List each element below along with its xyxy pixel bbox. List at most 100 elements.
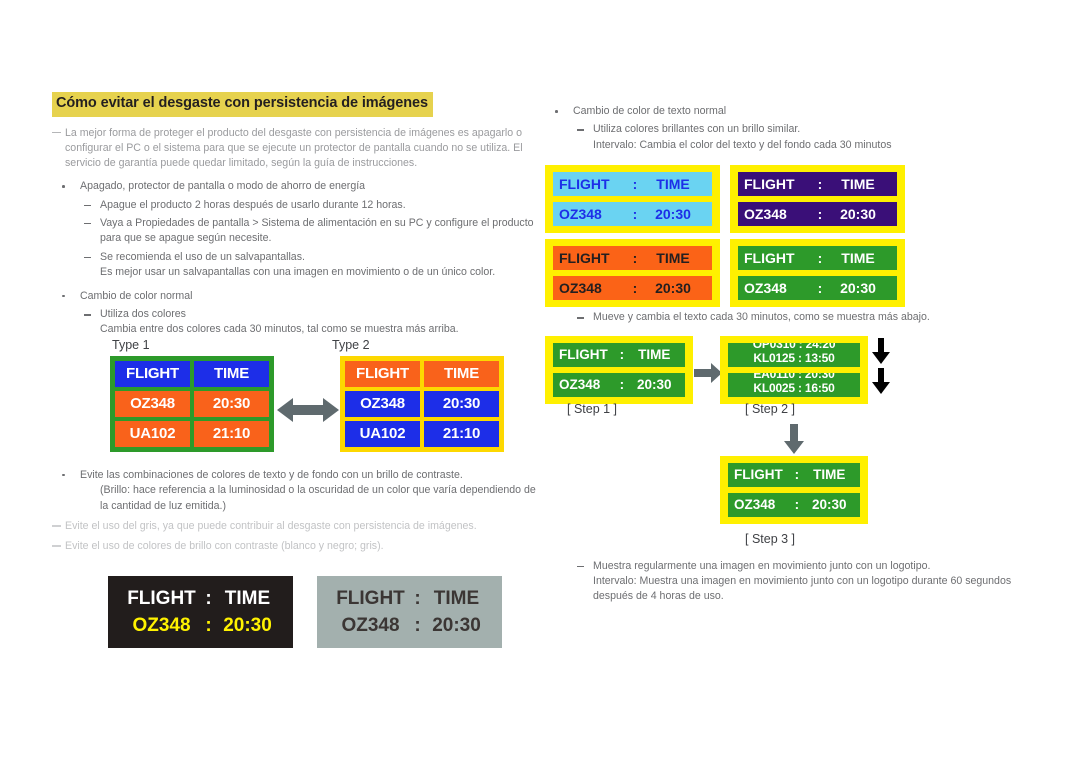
cell-flight: FLIGHT xyxy=(115,360,190,387)
panel-time: TIME xyxy=(433,587,480,609)
cell-flight: FLIGHT xyxy=(559,250,610,267)
panel-row-data: OZ348 : 20:30 xyxy=(123,615,279,637)
bright-color-board-grid: FLIGHT : TIME OZ348 : 20:30 FLIGHT : TIM… xyxy=(545,165,1035,308)
cell-time: TIME xyxy=(424,360,499,387)
board-row: OZ348 20:30 xyxy=(115,390,269,417)
cell-flight: OZ348 xyxy=(115,390,190,417)
panel-time: 20:30 xyxy=(432,614,481,636)
cell-colon: : xyxy=(632,176,638,193)
cell-time: TIME xyxy=(638,347,671,363)
cell-flight: OZ348 xyxy=(744,206,787,223)
panel-colon: : xyxy=(414,587,421,609)
panel-row-header: FLIGHT : TIME xyxy=(332,588,488,610)
board-row-header: FLIGHT : TIME xyxy=(553,342,685,367)
type1-label: Type 1 xyxy=(112,337,150,352)
panel-row-data: OZ348 : 20:30 xyxy=(332,615,488,637)
steps-diagram: FLIGHT : TIME OZ348 : 20:30 OP0310 : 24:… xyxy=(545,335,1035,551)
sub-interval-colors: Intervalo: Cambia el color del texto y d… xyxy=(593,138,892,151)
board-row-header: FLIGHT : TIME xyxy=(553,246,712,271)
cell-time: 21:10 xyxy=(194,420,269,447)
cell-colon: : xyxy=(632,280,638,297)
cell-colon: : xyxy=(794,497,800,513)
flight-panel-dark: FLIGHT : TIME OZ348 : 20:30 xyxy=(108,576,293,649)
cell-time: TIME xyxy=(841,176,875,193)
dash-bright-colors: Utiliza colores brillantes con un brillo… xyxy=(545,122,1035,137)
cell-colon: : xyxy=(619,377,625,393)
flight-board-orange: FLIGHT : TIME OZ348 : 20:30 xyxy=(545,239,720,308)
cell-time: 20:30 xyxy=(655,206,691,223)
cell-time: 20:30 xyxy=(424,390,499,417)
cell-flight: OZ348 xyxy=(744,280,787,297)
step3-caption: [ Step 3 ] xyxy=(745,531,796,546)
board-row-scrolling-top: OP0310 : 24:20 KL0125 : 13:50 xyxy=(728,342,860,367)
bullet-color-change: Cambio de color normal xyxy=(52,289,542,304)
cell-time: 20:30 xyxy=(655,280,691,297)
board-row-header: FLIGHT : TIME xyxy=(738,172,897,197)
dash-power-3: Se recomienda el uso de un salvapantalla… xyxy=(52,250,542,265)
flight-board-step3: FLIGHT : TIME OZ348 : 20:30 xyxy=(720,455,868,524)
cell-time: 20:30 xyxy=(811,497,847,513)
board-row-data: OZ348 : 20:30 xyxy=(553,372,685,397)
scroll-line-3: EA0110 : 20:30 xyxy=(753,372,835,381)
board-row-data: OZ348 : 20:30 xyxy=(553,276,712,301)
panel-row-header: FLIGHT : TIME xyxy=(123,588,279,610)
flight-board-type2: FLIGHT TIME OZ348 20:30 UA102 21:10 xyxy=(340,355,504,452)
flight-board-purple: FLIGHT : TIME OZ348 : 20:30 xyxy=(730,165,905,234)
board-row-header: FLIGHT : TIME xyxy=(728,462,860,487)
double-arrow-icon xyxy=(277,394,339,426)
dash-logo-display: Muestra regularmente una imagen en movim… xyxy=(545,559,1035,574)
board-row-data: OZ348 : 20:30 xyxy=(553,202,712,227)
board-row-header: FLIGHT : TIME xyxy=(553,172,712,197)
board-row-data: OZ348 : 20:30 xyxy=(738,276,897,301)
board-row-scrolling-bottom: EA0110 : 20:30 KL0025 : 16:50 xyxy=(728,372,860,397)
board-row: FLIGHT TIME xyxy=(345,360,499,387)
cell-time: TIME xyxy=(813,467,846,483)
bullet-power-saving: Apagado, protector de pantalla o modo de… xyxy=(52,179,542,194)
scroll-down-arrows-icon xyxy=(870,337,892,396)
scroll-line-2: KL0125 : 13:50 xyxy=(753,350,835,365)
cell-flight: FLIGHT xyxy=(744,176,795,193)
cell-colon: : xyxy=(817,206,823,223)
dash-two-colors: Utiliza dos colores xyxy=(52,307,542,322)
cell-time: TIME xyxy=(194,360,269,387)
cell-time: TIME xyxy=(656,176,690,193)
flight-board-step2: OP0310 : 24:20 KL0125 : 13:50 EA0110 : 2… xyxy=(720,335,868,404)
flight-panel-gray: FLIGHT : TIME OZ348 : 20:30 xyxy=(317,576,502,649)
panel-flight: OZ348 xyxy=(341,614,400,636)
scroll-line-4: KL0025 : 16:50 xyxy=(753,380,835,395)
cell-flight: OZ348 xyxy=(559,280,602,297)
step1-caption: [ Step 1 ] xyxy=(567,401,618,416)
flight-board-cyan: FLIGHT : TIME OZ348 : 20:30 xyxy=(545,165,720,234)
sub-power-3: Es mejor usar un salvapantallas con una … xyxy=(100,266,496,279)
flight-board-green: FLIGHT : TIME OZ348 : 20:30 xyxy=(730,239,905,308)
cell-colon: : xyxy=(619,347,625,363)
board-row-header: FLIGHT : TIME xyxy=(738,246,897,271)
cell-colon: : xyxy=(817,250,823,267)
document-page: Cómo evitar el desgaste con persistencia… xyxy=(0,0,1080,763)
bullet-contrast: Evite las combinaciones de colores de te… xyxy=(52,468,542,483)
cell-time: TIME xyxy=(841,250,875,267)
left-column: Cómo evitar el desgaste con persistencia… xyxy=(52,92,542,654)
note-avoid-contrast: Evite el uso de colores de brillo con co… xyxy=(52,539,542,554)
cell-flight: FLIGHT xyxy=(744,250,795,267)
cell-flight: OZ348 xyxy=(734,497,776,513)
cell-flight: UA102 xyxy=(345,420,420,447)
dash-power-2: Vaya a Propiedades de pantalla > Sistema… xyxy=(52,216,542,247)
cell-time: TIME xyxy=(656,250,690,267)
panel-colon: : xyxy=(205,587,212,609)
board-row: UA102 21:10 xyxy=(345,420,499,447)
cell-time: 20:30 xyxy=(636,377,672,393)
type-comparison-diagram: Type 1 Type 2 FLIGHT TIME OZ348 20:30 UA… xyxy=(52,338,542,460)
step2-caption: [ Step 2 ] xyxy=(745,401,796,416)
board-row: UA102 21:10 xyxy=(115,420,269,447)
arrow-down-icon xyxy=(783,423,805,454)
sub-two-colors: Cambia entre dos colores cada 30 minutos… xyxy=(100,323,459,336)
cell-flight: FLIGHT xyxy=(559,347,608,363)
right-column: Cambio de color de texto normal Utiliza … xyxy=(545,96,1035,605)
cell-time: 20:30 xyxy=(194,390,269,417)
page-title: Cómo evitar el desgaste con persistencia… xyxy=(52,92,433,117)
cell-flight: OZ348 xyxy=(345,390,420,417)
sub-contrast: (Brillo: hace referencia a la luminosida… xyxy=(100,484,536,512)
board-row-data: OZ348 : 20:30 xyxy=(738,202,897,227)
sub-logo-interval: Intervalo: Muestra una imagen en movimie… xyxy=(593,575,1012,603)
